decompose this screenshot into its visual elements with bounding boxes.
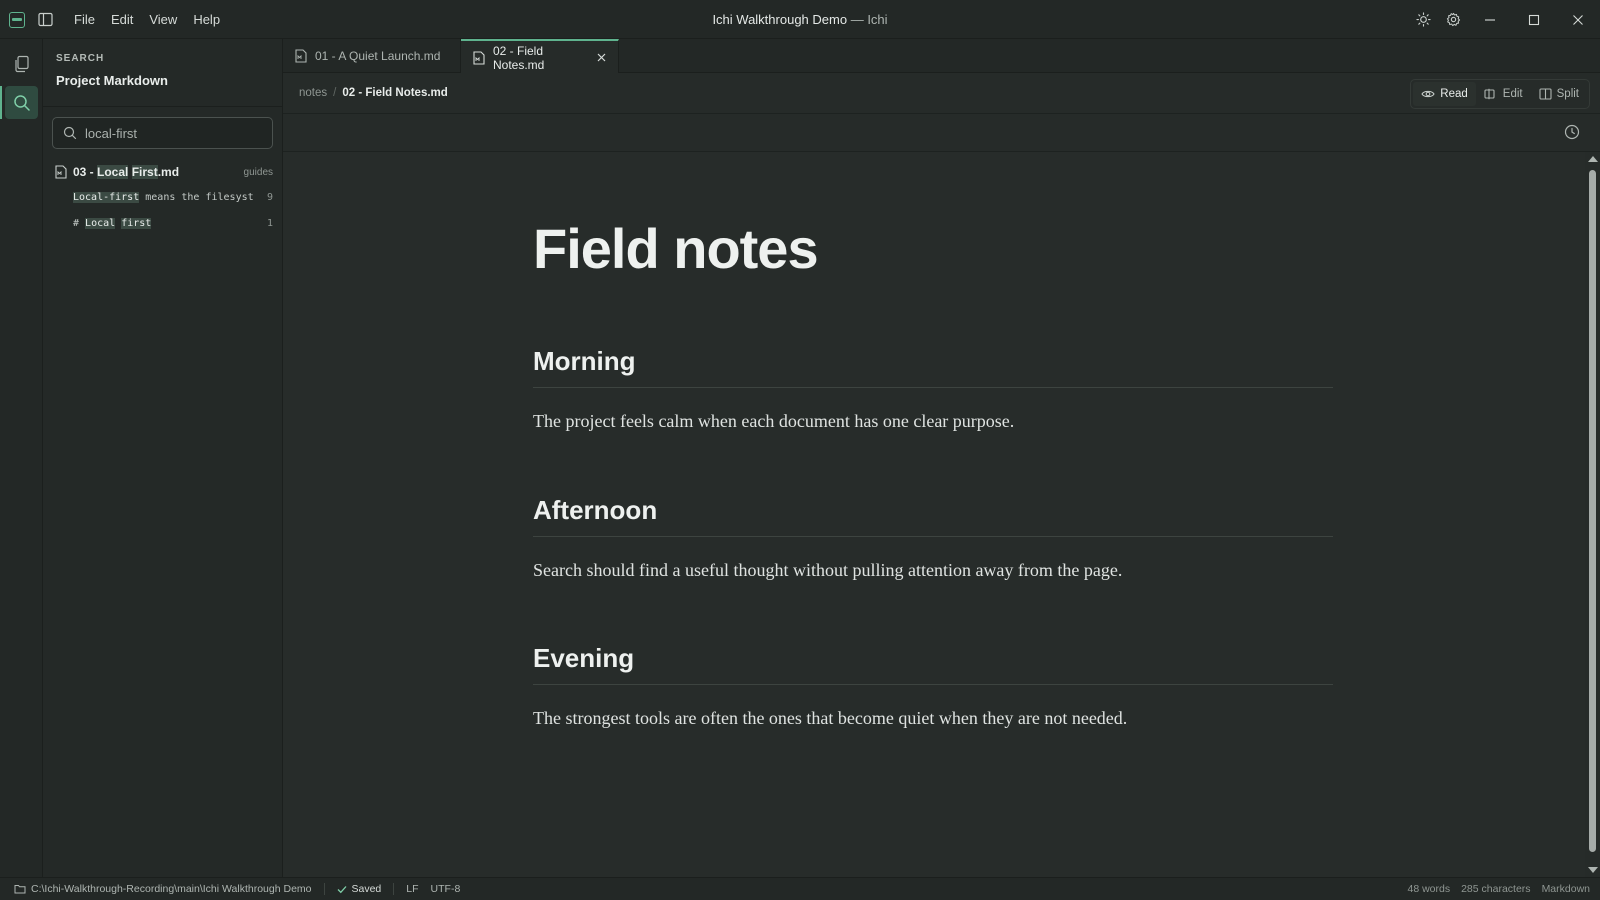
search-result-line[interactable]: Local-first means the filesyst… 9 <box>73 189 273 205</box>
view-mode-switch: Read Edit Split <box>1410 79 1590 109</box>
read-mode-button[interactable]: Read <box>1413 82 1476 106</box>
minimize-icon <box>1485 18 1495 21</box>
search-box[interactable] <box>52 117 273 149</box>
workspace-path[interactable]: C:\Ichi-Walkthrough-Recording\main\Ichi … <box>14 883 312 895</box>
language-mode[interactable]: Markdown <box>1542 883 1590 895</box>
active-indicator <box>0 86 2 119</box>
search-icon <box>13 94 30 111</box>
section-paragraph: The project feels calm when each documen… <box>533 411 1015 431</box>
section-heading: Afternoon <box>533 495 1333 537</box>
close-tab-icon[interactable] <box>597 53 606 62</box>
editor-header: notes/02 - Field Notes.md Read Edit Spli… <box>283 73 1600 114</box>
breadcrumb-folder[interactable]: notes <box>299 87 327 99</box>
menu-help[interactable]: Help <box>185 7 228 33</box>
clock-icon <box>1564 124 1580 140</box>
files-icon <box>14 55 29 72</box>
theme-toggle-button[interactable] <box>1408 5 1438 35</box>
title-bar: File Edit View Help Ichi Walkthrough Dem… <box>0 0 1600 39</box>
menu-bar: File Edit View Help <box>66 0 228 39</box>
edit-mode-button[interactable]: Edit <box>1476 82 1531 106</box>
tab-label: 02 - Field Notes.md <box>493 43 545 72</box>
search-result-file[interactable]: 03 - Local First.md guides <box>55 163 273 181</box>
split-icon <box>1539 88 1552 100</box>
search-panel: SEARCH Project Markdown 03 - Local First… <box>43 39 283 877</box>
edit-icon <box>1484 88 1495 100</box>
scroll-up-arrow-icon[interactable] <box>1588 156 1598 162</box>
search-result-line[interactable]: # Local first 1 <box>73 215 273 231</box>
section-paragraph: Search should find a useful thought with… <box>533 560 1123 580</box>
tab-label: 01 - A Quiet Launch.md <box>315 49 441 63</box>
folder-icon <box>14 885 26 894</box>
editor-toolbar <box>283 114 1600 152</box>
tab-quiet-launch[interactable]: 01 - A Quiet Launch.md <box>283 39 461 73</box>
markdown-file-icon <box>295 49 307 63</box>
document-view: Field notes Morning The project feels ca… <box>283 152 1585 877</box>
gear-icon <box>1446 12 1460 27</box>
result-file-name: 03 - Local First.md <box>73 165 180 179</box>
tab-field-notes[interactable]: 02 - Field Notes.md <box>461 39 619 74</box>
sidebar-toggle-icon[interactable] <box>38 12 53 27</box>
search-input[interactable] <box>85 118 265 148</box>
settings-button[interactable] <box>1438 5 1468 35</box>
line-number: 1 <box>266 217 273 229</box>
panel-kicker: SEARCH <box>56 53 105 64</box>
close-icon <box>1573 14 1583 25</box>
section-paragraph: The strongest tools are often the ones t… <box>533 708 1128 728</box>
scroll-down-arrow-icon[interactable] <box>1588 867 1598 873</box>
encoding[interactable]: UTF-8 <box>431 883 461 895</box>
breadcrumb: notes/02 - Field Notes.md <box>299 87 448 99</box>
save-status: Saved <box>337 883 381 895</box>
sun-icon <box>1415 12 1431 27</box>
check-icon <box>337 885 346 893</box>
window-title: Ichi Walkthrough Demo — Ichi <box>712 12 888 27</box>
section-heading: Morning <box>533 346 1333 388</box>
history-button[interactable] <box>1564 124 1580 140</box>
section-heading: Evening <box>533 643 1333 685</box>
menu-view[interactable]: View <box>141 7 185 33</box>
line-number: 9 <box>266 191 273 203</box>
status-bar: C:\Ichi-Walkthrough-Recording\main\Ichi … <box>0 877 1600 900</box>
activity-bar <box>0 39 43 877</box>
markdown-file-icon <box>473 50 485 65</box>
eye-icon <box>1421 90 1435 98</box>
character-count: 285 characters <box>1461 883 1531 895</box>
app-logo-icon <box>9 12 25 28</box>
menu-edit[interactable]: Edit <box>103 7 141 33</box>
tab-bar: 01 - A Quiet Launch.md 02 - Field Notes.… <box>283 39 1600 74</box>
menu-file[interactable]: File <box>66 7 103 33</box>
scrollbar-thumb[interactable] <box>1589 170 1596 852</box>
search-view-button[interactable] <box>5 86 38 119</box>
maximize-button[interactable] <box>1512 0 1556 39</box>
search-icon <box>63 126 77 140</box>
document-title: Field notes <box>533 217 819 280</box>
word-count: 48 words <box>1407 883 1451 895</box>
minimize-button[interactable] <box>1468 0 1512 39</box>
explorer-button[interactable] <box>5 47 38 80</box>
line-ending[interactable]: LF <box>406 883 418 895</box>
result-folder: guides <box>243 166 273 178</box>
breadcrumb-file: 02 - Field Notes.md <box>342 87 448 99</box>
maximize-icon <box>1528 14 1540 25</box>
split-mode-button[interactable]: Split <box>1531 82 1587 106</box>
scrollbar[interactable] <box>1585 152 1600 877</box>
markdown-file-icon <box>55 165 67 179</box>
close-window-button[interactable] <box>1556 0 1600 39</box>
panel-title: Project Markdown <box>56 73 168 88</box>
